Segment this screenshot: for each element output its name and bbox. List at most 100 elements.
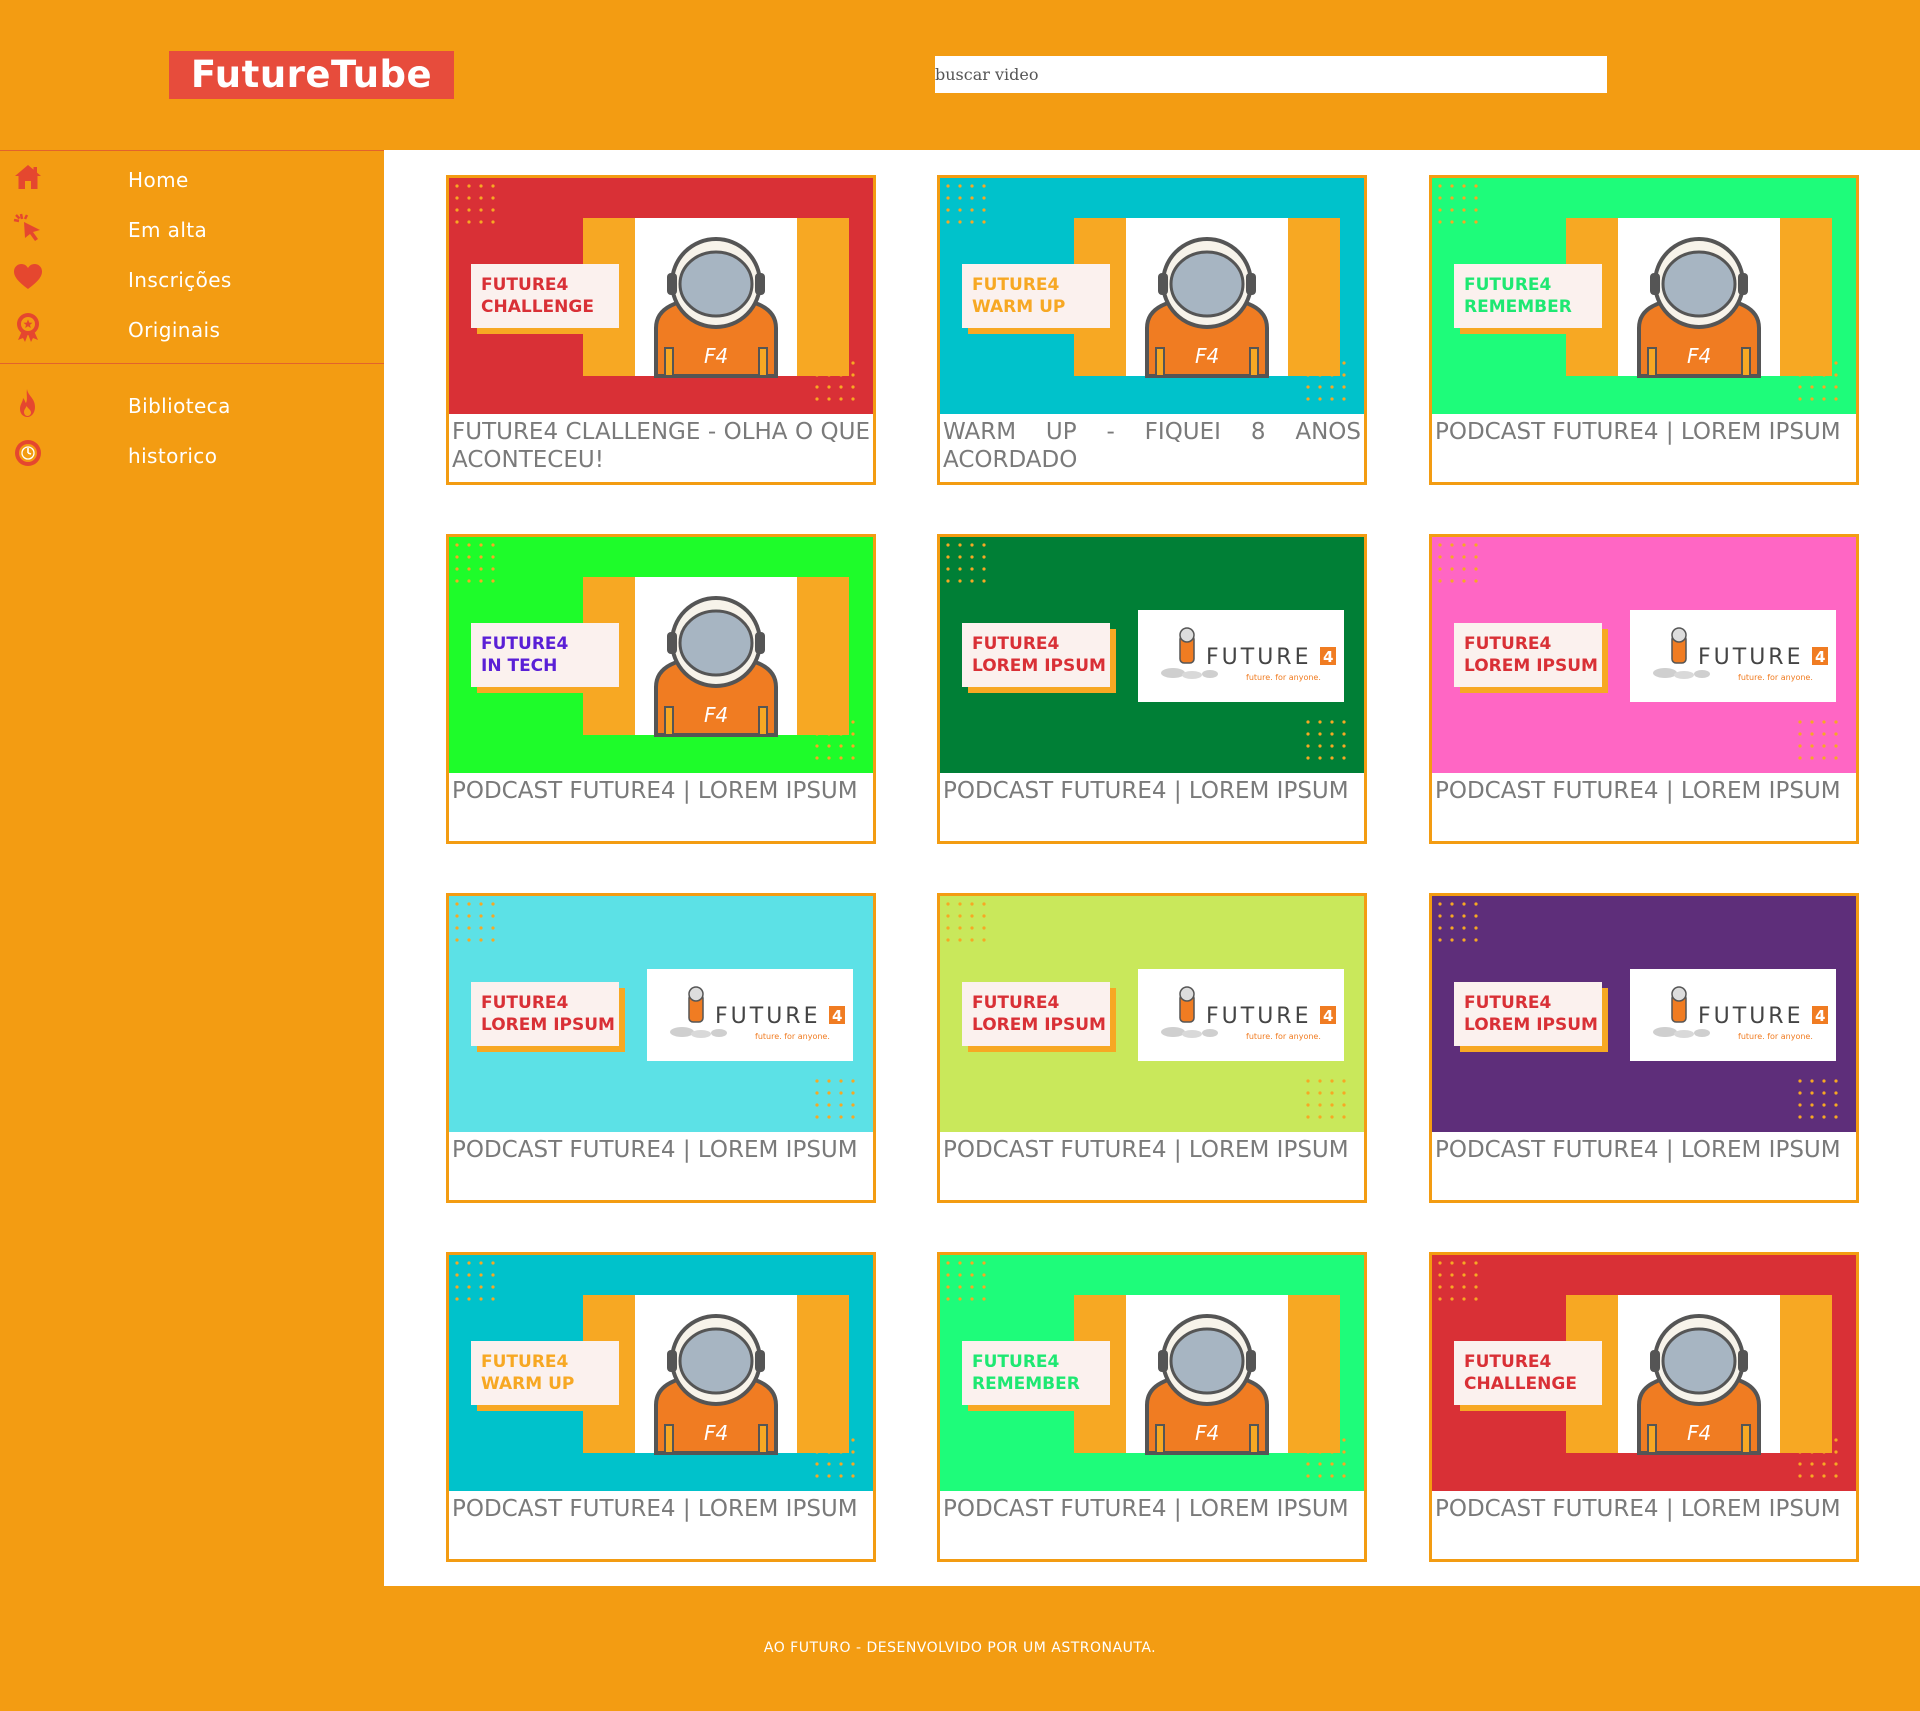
video-title[interactable]: WARM UP - FIQUEI 8 ANOS ACORDADO xyxy=(943,418,1361,474)
video-thumbnail[interactable]: F4 FUTURE4 REMEMBER xyxy=(1432,178,1856,414)
svg-text:CHALLENGE: CHALLENGE xyxy=(481,297,594,317)
svg-text:4: 4 xyxy=(1815,1007,1825,1025)
video-card[interactable]: F4 FUTURE4 REMEMBER PODCAST FUTURE4 | LO… xyxy=(1429,175,1859,485)
video-card[interactable]: F4 FUTURE4 WARM UP WARM UP - FIQUEI 8 AN… xyxy=(937,175,1367,485)
video-card[interactable]: FUTURE 4 future. for anyone. FUTURE4 LOR… xyxy=(1429,893,1859,1203)
video-title[interactable]: PODCAST FUTURE4 | LOREM IPSUM xyxy=(452,777,870,805)
cursor-click-icon xyxy=(13,212,43,242)
svg-text:FUTURE4: FUTURE4 xyxy=(972,993,1060,1013)
video-thumbnail[interactable]: F4 FUTURE4 CHALLENGE xyxy=(449,178,873,414)
svg-text:future. for anyone.: future. for anyone. xyxy=(1246,1032,1321,1041)
video-title[interactable]: PODCAST FUTURE4 | LOREM IPSUM xyxy=(1435,1136,1853,1164)
svg-text:LOREM IPSUM: LOREM IPSUM xyxy=(972,656,1106,676)
video-card[interactable]: FUTURE 4 future. for anyone. FUTURE4 LOR… xyxy=(1429,534,1859,844)
award-badge-icon xyxy=(13,312,43,342)
video-thumbnail[interactable]: F4 FUTURE4 REMEMBER xyxy=(940,1255,1364,1491)
video-title[interactable]: PODCAST FUTURE4 | LOREM IPSUM xyxy=(1435,777,1853,805)
svg-text:REMEMBER: REMEMBER xyxy=(972,1374,1080,1394)
sidebar-item-label: Biblioteca xyxy=(128,394,231,418)
video-thumbnail[interactable]: FUTURE 4 future. for anyone. FUTURE4 LOR… xyxy=(1432,896,1856,1132)
video-card[interactable]: F4 FUTURE4 IN TECH PODCAST FUTURE4 | LOR… xyxy=(446,534,876,844)
video-title[interactable]: FUTURE4 CLALLENGE - OLHA O QUE ACONTECEU… xyxy=(452,418,870,474)
svg-text:FUTURE4: FUTURE4 xyxy=(481,993,569,1013)
video-thumbnail[interactable]: F4 FUTURE4 IN TECH xyxy=(449,537,873,773)
svg-text:CHALLENGE: CHALLENGE xyxy=(1464,1374,1577,1394)
footer-text: AO FUTURO - DESENVOLVIDO POR UM ASTRONAU… xyxy=(763,1640,1157,1656)
video-card[interactable]: F4 FUTURE4 WARM UP PODCAST FUTURE4 | LOR… xyxy=(446,1252,876,1562)
svg-text:FUTURE4: FUTURE4 xyxy=(481,275,569,295)
video-card[interactable]: FUTURE 4 future. for anyone. FUTURE4 LOR… xyxy=(937,893,1367,1203)
video-card[interactable]: FUTURE 4 future. for anyone. FUTURE4 LOR… xyxy=(937,534,1367,844)
video-card[interactable]: FUTURE 4 future. for anyone. FUTURE4 LOR… xyxy=(446,893,876,1203)
sidebar-divider xyxy=(0,363,384,364)
video-title[interactable]: PODCAST FUTURE4 | LOREM IPSUM xyxy=(943,1495,1361,1523)
svg-text:FUTURE4: FUTURE4 xyxy=(972,1352,1060,1372)
video-title[interactable]: PODCAST FUTURE4 | LOREM IPSUM xyxy=(943,1136,1361,1164)
svg-text:REMEMBER: REMEMBER xyxy=(1464,297,1572,317)
sidebar-item-label: Em alta xyxy=(128,218,208,242)
svg-text:FUTURE4: FUTURE4 xyxy=(1464,634,1552,654)
home-icon xyxy=(13,162,43,192)
svg-text:F4: F4 xyxy=(1195,1421,1219,1445)
svg-text:FUTURE: FUTURE xyxy=(1698,645,1803,670)
video-thumbnail[interactable]: F4 FUTURE4 WARM UP xyxy=(449,1255,873,1491)
svg-text:FUTURE4: FUTURE4 xyxy=(481,1352,569,1372)
heart-icon xyxy=(13,262,43,292)
svg-text:IN TECH: IN TECH xyxy=(481,656,557,676)
svg-text:LOREM IPSUM: LOREM IPSUM xyxy=(1464,656,1598,676)
svg-text:LOREM IPSUM: LOREM IPSUM xyxy=(972,1015,1106,1035)
svg-text:4: 4 xyxy=(1323,1007,1333,1025)
svg-text:FUTURE4: FUTURE4 xyxy=(1464,1352,1552,1372)
svg-text:future. for anyone.: future. for anyone. xyxy=(1246,673,1321,682)
video-card[interactable]: F4 FUTURE4 CHALLENGE PODCAST FUTURE4 | L… xyxy=(1429,1252,1859,1562)
video-title[interactable]: PODCAST FUTURE4 | LOREM IPSUM xyxy=(452,1495,870,1523)
svg-text:FUTURE4: FUTURE4 xyxy=(972,275,1060,295)
svg-text:F4: F4 xyxy=(1687,344,1711,368)
svg-text:4: 4 xyxy=(1815,648,1825,666)
video-grid: F4 FUTURE4 CHALLENGE FUTURE4 CLALLENGE -… xyxy=(384,150,1920,1586)
sidebar: Home Em alta Inscrições Originais Biblio… xyxy=(0,150,384,1586)
site-logo[interactable]: FutureTube xyxy=(169,51,454,99)
video-thumbnail[interactable]: FUTURE 4 future. for anyone. FUTURE4 LOR… xyxy=(940,537,1364,773)
footer: AO FUTURO - DESENVOLVIDO POR UM ASTRONAU… xyxy=(0,1586,1920,1711)
svg-text:4: 4 xyxy=(1323,648,1333,666)
video-card[interactable]: F4 FUTURE4 CHALLENGE FUTURE4 CLALLENGE -… xyxy=(446,175,876,485)
svg-text:F4: F4 xyxy=(1195,344,1219,368)
video-title[interactable]: PODCAST FUTURE4 | LOREM IPSUM xyxy=(1435,418,1853,446)
svg-text:future. for anyone.: future. for anyone. xyxy=(755,1032,830,1041)
sidebar-item-biblioteca[interactable]: Biblioteca xyxy=(0,384,384,424)
sidebar-item-label: Inscrições xyxy=(128,268,232,292)
sidebar-item-originais[interactable]: Originais xyxy=(0,308,384,348)
video-title[interactable]: PODCAST FUTURE4 | LOREM IPSUM xyxy=(452,1136,870,1164)
sidebar-item-inscricoes[interactable]: Inscrições xyxy=(0,258,384,298)
video-thumbnail[interactable]: FUTURE 4 future. for anyone. FUTURE4 LOR… xyxy=(1432,537,1856,773)
video-thumbnail[interactable]: F4 FUTURE4 WARM UP xyxy=(940,178,1364,414)
sidebar-item-home[interactable]: Home xyxy=(0,158,384,198)
video-title[interactable]: PODCAST FUTURE4 | LOREM IPSUM xyxy=(943,777,1361,805)
svg-text:F4: F4 xyxy=(704,344,728,368)
search-input[interactable] xyxy=(935,56,1607,93)
svg-text:FUTURE4: FUTURE4 xyxy=(1464,993,1552,1013)
video-thumbnail[interactable]: F4 FUTURE4 CHALLENGE xyxy=(1432,1255,1856,1491)
svg-text:4: 4 xyxy=(832,1007,842,1025)
svg-text:FUTURE4: FUTURE4 xyxy=(972,634,1060,654)
svg-text:LOREM IPSUM: LOREM IPSUM xyxy=(1464,1015,1598,1035)
svg-text:F4: F4 xyxy=(704,1421,728,1445)
svg-text:future. for anyone.: future. for anyone. xyxy=(1738,1032,1813,1041)
svg-text:LOREM IPSUM: LOREM IPSUM xyxy=(481,1015,615,1035)
video-thumbnail[interactable]: FUTURE 4 future. for anyone. FUTURE4 LOR… xyxy=(449,896,873,1132)
video-thumbnail[interactable]: FUTURE 4 future. for anyone. FUTURE4 LOR… xyxy=(940,896,1364,1132)
video-card[interactable]: F4 FUTURE4 REMEMBER PODCAST FUTURE4 | LO… xyxy=(937,1252,1367,1562)
sidebar-item-historico[interactable]: historico xyxy=(0,434,384,474)
sidebar-item-label: Originais xyxy=(128,318,221,342)
sidebar-item-label: historico xyxy=(128,444,218,468)
header: FutureTube xyxy=(0,0,1920,150)
svg-text:WARM UP: WARM UP xyxy=(481,1374,574,1394)
sidebar-item-em-alta[interactable]: Em alta xyxy=(0,208,384,248)
video-title[interactable]: PODCAST FUTURE4 | LOREM IPSUM xyxy=(1435,1495,1853,1523)
sidebar-divider-top xyxy=(0,150,384,151)
fire-icon xyxy=(13,388,43,418)
svg-text:FUTURE: FUTURE xyxy=(1698,1004,1803,1029)
svg-text:FUTURE: FUTURE xyxy=(1206,645,1311,670)
svg-text:FUTURE: FUTURE xyxy=(1206,1004,1311,1029)
